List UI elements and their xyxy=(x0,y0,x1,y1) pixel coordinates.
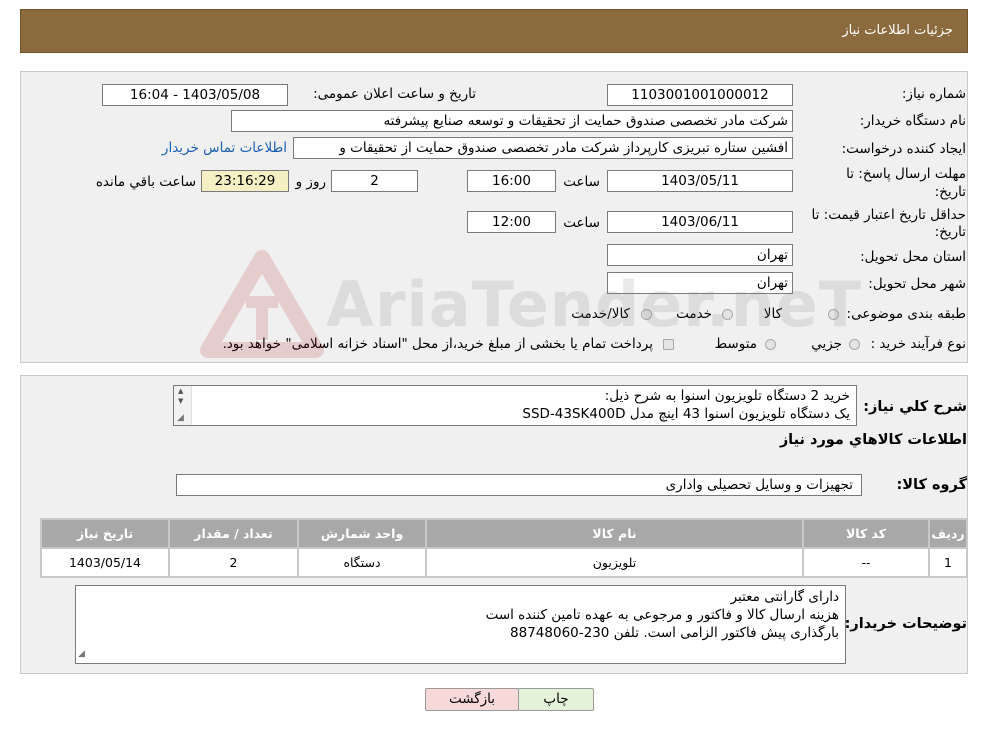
table-row-unit: دستگاه xyxy=(299,549,425,576)
validity-label: حداقل تاریخ اعتبار قیمت: تا xyxy=(811,207,966,223)
table-row-name: تلویزیون xyxy=(427,549,802,576)
time-remaining-label: ساعت باقي مانده xyxy=(95,174,196,190)
days-remaining-field: 2 xyxy=(331,170,418,192)
deadline-label: مهلت ارسال پاسخ: تا xyxy=(846,166,966,182)
buyer-notes-line-2: هزینه ارسال کالا و فاکتور و مرجوعی به عه… xyxy=(485,607,839,623)
description-line-2: یک دستگاه تلویزیون اسنوا 43 اینچ مدل SSD… xyxy=(522,406,850,422)
time-remaining-field: 23:16:29 xyxy=(201,170,289,192)
col-unit: واحد شمارش xyxy=(299,520,425,547)
province-label: استان محل تحویل: xyxy=(860,249,966,265)
deadline-time-field: 16:00 xyxy=(467,170,556,192)
resize-grip-icon[interactable]: ◢ xyxy=(78,649,85,659)
col-quantity: تعداد / مقدار xyxy=(170,520,297,547)
page-header: جزئیات اطلاعات نیاز xyxy=(20,9,968,53)
request-creator-label: ایجاد کننده درخواست: xyxy=(841,141,966,157)
deadline-date-field: 1403/05/11 xyxy=(607,170,793,192)
resize-grip-icon[interactable]: ◢ xyxy=(177,413,184,423)
days-label: روز و xyxy=(295,174,326,190)
print-button[interactable]: چاپ xyxy=(518,688,594,711)
purchase-type-label: نوع فرآیند خرید : xyxy=(870,336,966,352)
validity-date-field: 1403/06/11 xyxy=(607,211,793,233)
table-row-code: -- xyxy=(804,549,928,576)
description-textarea[interactable]: خرید 2 دستگاه تلویزیون اسنوا به شرح ذیل:… xyxy=(173,385,857,426)
province-field: تهران xyxy=(607,244,793,266)
validity-time-field: 12:00 xyxy=(467,211,556,233)
buyer-notes-textarea[interactable]: دارای گارانتی معتبر هزینه ارسال کالا و ف… xyxy=(75,585,846,664)
buyer-name-label: نام دستگاه خریدار: xyxy=(859,113,966,129)
col-goods-code: کد کالا xyxy=(804,520,928,547)
validity-label-date: تاریخ: xyxy=(934,224,966,240)
buyer-contact-link[interactable]: اطلاعات تماس خریدار xyxy=(162,140,287,157)
back-button[interactable]: بازگشت xyxy=(425,688,519,711)
goods-section-title: اطلاعات كالاهاي مورد نياز xyxy=(779,432,967,448)
watermark-logo xyxy=(200,250,324,358)
table-row-number: 1 xyxy=(930,549,966,576)
watermark-text: AriaTender.neT xyxy=(326,268,863,341)
validity-time-label: ساعت xyxy=(563,215,600,231)
announce-date-field: 1403/05/08 - 16:04 xyxy=(102,84,288,106)
scroll-down-icon[interactable]: ▼ xyxy=(178,397,183,405)
deadline-label-date: تاریخ: xyxy=(934,184,966,200)
description-scrollbar[interactable]: ▲ ▼ ◢ xyxy=(174,386,192,425)
description-line-1: خرید 2 دستگاه تلویزیون اسنوا به شرح ذیل: xyxy=(604,388,850,404)
need-number-field: 1103001001000012 xyxy=(607,84,793,106)
goods-table: رديف کد کالا نام کالا واحد شمارش تعداد /… xyxy=(40,518,968,578)
goods-group-field: تجهیزات و وسایل تحصیلی واداری xyxy=(176,474,862,496)
col-goods-name: نام کالا xyxy=(427,520,802,547)
col-row-number: رديف xyxy=(930,520,966,547)
city-label: شهر محل تحویل: xyxy=(868,276,966,292)
buyer-notes-label: توضیحات خریدار: xyxy=(844,616,967,632)
col-need-date: تاریخ نیاز xyxy=(42,520,168,547)
buyer-name-field: شرکت مادر تخصصی صندوق حمایت از تحقیقات و… xyxy=(231,110,793,132)
scroll-up-icon[interactable]: ▲ xyxy=(178,387,183,395)
description-label: شرح كلي نياز: xyxy=(863,399,967,415)
table-row-quantity: 2 xyxy=(170,549,297,576)
category-label: طبقه بندی موضوعی: xyxy=(846,306,966,322)
page-title: جزئیات اطلاعات نیاز xyxy=(842,23,953,38)
buyer-notes-line-1: دارای گارانتی معتبر xyxy=(730,589,839,605)
announce-date-label: تاریخ و ساعت اعلان عمومی: xyxy=(313,86,476,102)
table-row-need-date: 1403/05/14 xyxy=(42,549,168,576)
deadline-time-label: ساعت xyxy=(563,174,600,190)
goods-group-label: گروه کالا: xyxy=(896,477,967,493)
buyer-notes-line-3: بارگذاری پیش فاکتور الزامی است. تلفن 230… xyxy=(510,625,839,641)
request-creator-field: افشین ستاره تبریزی کارپرداز شرکت مادر تخ… xyxy=(293,137,793,159)
need-number-label: شماره نیاز: xyxy=(901,86,966,102)
